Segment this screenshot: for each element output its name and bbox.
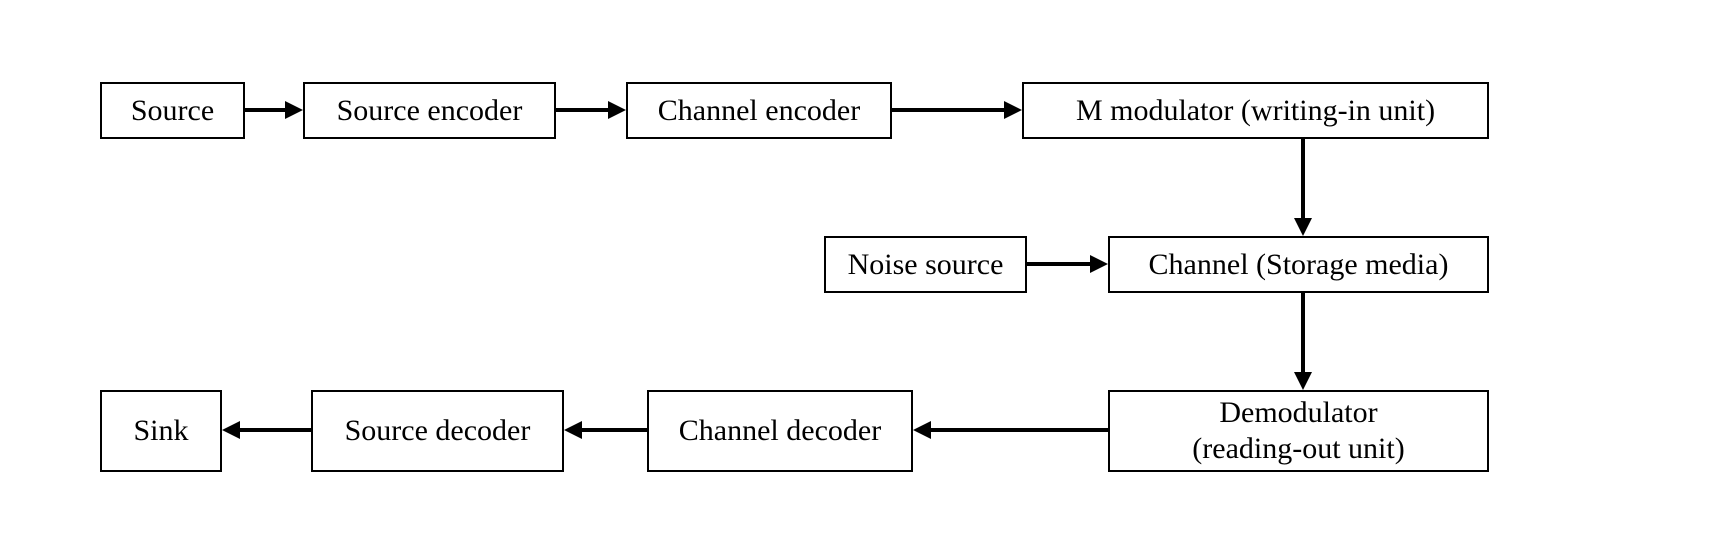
arrow-channel-to-demod xyxy=(1301,293,1305,374)
arrow-source-to-encoder xyxy=(245,108,287,112)
demodulator-box: Demodulator (reading-out unit) xyxy=(1108,390,1489,472)
channel-decoder-label: Channel decoder xyxy=(679,413,881,449)
source-label: Source xyxy=(131,93,214,129)
arrow-noise-to-channel xyxy=(1027,262,1092,266)
channel-box: Channel (Storage media) xyxy=(1108,236,1489,293)
modulator-label: M modulator (writing-in unit) xyxy=(1076,93,1435,129)
source-box: Source xyxy=(100,82,245,139)
noise-source-box: Noise source xyxy=(824,236,1027,293)
channel-encoder-label: Channel encoder xyxy=(658,93,860,129)
arrow-demod-to-chdec xyxy=(931,428,1108,432)
arrow-chenc-to-mod xyxy=(892,108,1006,112)
noise-source-label: Noise source xyxy=(848,247,1004,283)
arrow-head-srcenc-to-chenc xyxy=(608,101,626,119)
demodulator-label-1: Demodulator xyxy=(1192,395,1404,431)
source-encoder-box: Source encoder xyxy=(303,82,556,139)
arrow-head-noise-to-channel xyxy=(1090,255,1108,273)
arrow-mod-to-channel xyxy=(1301,139,1305,220)
arrow-head-demod-to-chdec xyxy=(913,421,931,439)
arrow-chdec-to-srcdec xyxy=(582,428,647,432)
arrow-srcdec-to-sink xyxy=(240,428,311,432)
modulator-box: M modulator (writing-in unit) xyxy=(1022,82,1489,139)
channel-encoder-box: Channel encoder xyxy=(626,82,892,139)
demodulator-label-wrapper: Demodulator (reading-out unit) xyxy=(1192,395,1404,467)
arrow-head-mod-to-channel xyxy=(1294,218,1312,236)
channel-decoder-box: Channel decoder xyxy=(647,390,913,472)
arrow-head-chenc-to-mod xyxy=(1004,101,1022,119)
arrow-head-srcdec-to-sink xyxy=(222,421,240,439)
source-decoder-box: Source decoder xyxy=(311,390,564,472)
demodulator-label-2: (reading-out unit) xyxy=(1192,431,1404,467)
source-encoder-label: Source encoder xyxy=(337,93,523,129)
arrow-head-chdec-to-srcdec xyxy=(564,421,582,439)
channel-label: Channel (Storage media) xyxy=(1149,247,1449,283)
arrow-head-channel-to-demod xyxy=(1294,372,1312,390)
arrow-head-source-to-encoder xyxy=(285,101,303,119)
source-decoder-label: Source decoder xyxy=(345,413,531,449)
arrow-srcenc-to-chenc xyxy=(556,108,610,112)
sink-box: Sink xyxy=(100,390,222,472)
sink-label: Sink xyxy=(133,413,188,449)
